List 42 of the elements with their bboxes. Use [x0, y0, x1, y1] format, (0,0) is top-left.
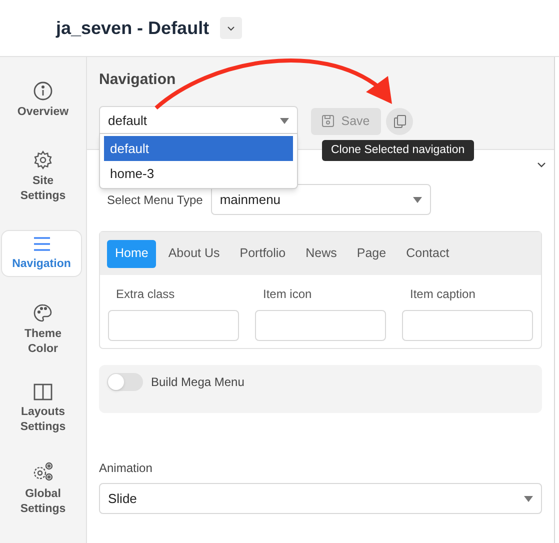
toggle-label: Build Mega Menu: [151, 374, 244, 391]
menu-type-label: Select Menu Type: [107, 192, 203, 208]
menu-tab[interactable]: Portfolio: [232, 240, 294, 268]
sidebar-item[interactable]: Site Settings: [4, 150, 82, 204]
site-dropdown-button[interactable]: [220, 17, 242, 39]
caret-icon: [524, 496, 533, 502]
palette-icon: [33, 303, 53, 323]
field-label: Item caption: [409, 286, 476, 303]
menu-tab[interactable]: Page: [348, 240, 394, 268]
dropdown-option[interactable]: default: [104, 136, 293, 161]
sidebar-item[interactable]: Global Settings: [4, 461, 82, 517]
sidebar-item[interactable]: Layouts Settings: [4, 383, 82, 435]
animation-label: Animation: [99, 460, 154, 477]
chevron-down-icon: [227, 26, 236, 30]
copy-icon: [394, 114, 406, 128]
menu-icon: [32, 234, 52, 253]
input-field[interactable]: [402, 310, 533, 341]
toggle-switch[interactable]: [107, 373, 143, 391]
sidebar-item[interactable]: Overview: [4, 77, 82, 124]
caret-icon: [280, 118, 289, 124]
menu-tab[interactable]: News: [298, 240, 345, 268]
sidebar-item[interactable]: Navigation: [1, 230, 82, 277]
menu-type-select[interactable]: mainmenu: [210, 184, 431, 215]
menu-tab[interactable]: Contact: [398, 240, 458, 268]
caret-icon: [412, 196, 422, 202]
tooltip: Clone Selected navigation: [322, 140, 474, 161]
sidebar-item[interactable]: Theme Color: [4, 303, 82, 357]
animation-select[interactable]: Slide: [99, 483, 542, 514]
section-heading: Navigation: [99, 70, 177, 90]
input-field[interactable]: [108, 310, 239, 341]
menu-tab[interactable]: About Us: [160, 240, 228, 268]
info-icon: [33, 80, 53, 101]
columns-icon: [33, 383, 53, 401]
field-label: Item icon: [262, 286, 313, 303]
site-title: ja_seven - Default: [56, 16, 210, 40]
field-label: Extra class: [115, 286, 176, 303]
dropdown-option[interactable]: home-3: [104, 161, 293, 186]
input-field[interactable]: [255, 310, 386, 341]
gear-icon: [33, 150, 53, 170]
chevron-down-icon: [537, 162, 546, 168]
clone-button[interactable]: [386, 108, 413, 134]
gears-icon: [32, 461, 54, 483]
